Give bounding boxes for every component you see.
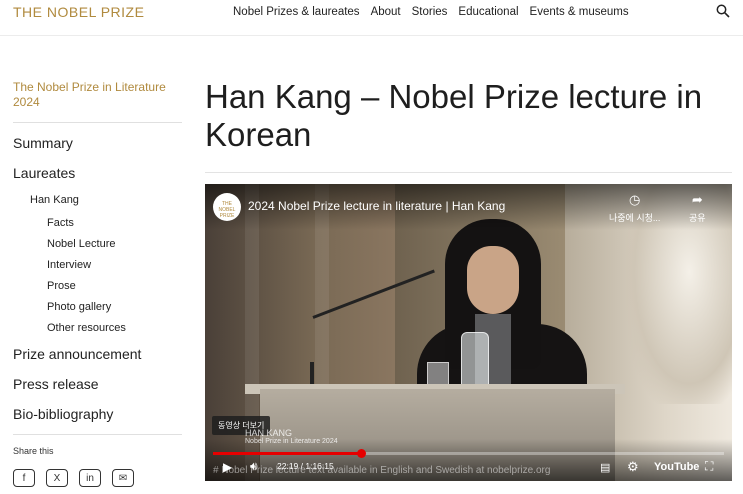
x-icon[interactable]: X bbox=[46, 469, 68, 487]
lower-third-prize: Nobel Prize in Literature 2024 bbox=[245, 438, 338, 445]
sidebar-item-laureates[interactable]: Laureates bbox=[13, 158, 182, 188]
sidebar-divider bbox=[13, 434, 182, 435]
video-player[interactable]: THE NOBEL PRIZE 2024 Nobel Prize lecture… bbox=[205, 184, 732, 481]
share-icons: f X in ✉ bbox=[13, 469, 182, 487]
sidebar-item-prize-announcement[interactable]: Prize announcement bbox=[13, 339, 182, 369]
main-nav: Nobel Prizes & laureates About Stories E… bbox=[233, 5, 640, 19]
page-title: Han Kang – Nobel Prize lecture in Korean bbox=[205, 78, 703, 153]
subtitles-icon[interactable]: ▤ bbox=[600, 461, 610, 474]
share-button[interactable]: ➦ 공유 bbox=[689, 192, 706, 224]
sidebar-item-press-release[interactable]: Press release bbox=[13, 369, 182, 399]
sidebar-item-other-resources[interactable]: Other resources bbox=[13, 318, 182, 339]
share-label: Share this bbox=[13, 446, 54, 456]
sidebar-item-photo-gallery[interactable]: Photo gallery bbox=[13, 297, 182, 318]
volume-icon[interactable]: 🔊︎ bbox=[250, 459, 258, 474]
sidebar-title[interactable]: The Nobel Prize in Literature 2024 bbox=[13, 80, 182, 123]
nav-item-events-museums[interactable]: Events & museums bbox=[530, 5, 629, 19]
sidebar-item-facts[interactable]: Facts bbox=[13, 213, 182, 234]
sidebar: The Nobel Prize in Literature 2024 Summa… bbox=[13, 80, 182, 487]
clock-icon: ◷ bbox=[629, 192, 641, 207]
sidebar-item-bio-bibliography[interactable]: Bio-bibliography bbox=[13, 399, 182, 429]
share-arrow-icon: ➦ bbox=[691, 192, 703, 207]
sidebar-item-interview[interactable]: Interview bbox=[13, 255, 182, 276]
video-time: 22:19 / 1:16:15 bbox=[277, 461, 334, 471]
video-progress-fill bbox=[213, 452, 362, 455]
watch-later-button[interactable]: ◷ 나중에 시청... bbox=[609, 192, 660, 224]
play-icon[interactable]: ▶ bbox=[223, 460, 232, 474]
nav-item-about[interactable]: About bbox=[371, 5, 401, 19]
fullscreen-icon[interactable]: ⛶ bbox=[705, 459, 713, 474]
linkedin-icon[interactable]: in bbox=[79, 469, 101, 487]
youtube-logo[interactable]: YouTube bbox=[654, 461, 699, 473]
video-title[interactable]: 2024 Nobel Prize lecture in literature |… bbox=[248, 199, 505, 213]
lower-third-name: HAN KANG bbox=[245, 428, 293, 438]
video-description-overlay: # Nobel Prize lecture text available in … bbox=[213, 465, 551, 476]
sidebar-item-prose[interactable]: Prose bbox=[13, 276, 182, 297]
email-icon[interactable]: ✉ bbox=[112, 469, 134, 487]
settings-gear-icon[interactable]: ⚙ bbox=[627, 459, 639, 475]
share-button-label: 공유 bbox=[689, 213, 706, 223]
nav-item-stories[interactable]: Stories bbox=[412, 5, 448, 19]
search-icon[interactable] bbox=[716, 4, 730, 18]
facebook-icon[interactable]: f bbox=[13, 469, 35, 487]
nav-item-prizes-laureates[interactable]: Nobel Prizes & laureates bbox=[233, 5, 360, 19]
speaker-face bbox=[467, 246, 519, 314]
video-progress-bar[interactable] bbox=[213, 449, 724, 458]
site-header: THE NOBEL PRIZE Nobel Prizes & laureates… bbox=[0, 0, 743, 36]
watch-later-label: 나중에 시청... bbox=[609, 213, 661, 223]
sidebar-item-summary[interactable]: Summary bbox=[13, 128, 182, 158]
title-divider bbox=[205, 172, 732, 173]
sidebar-item-han-kang[interactable]: Han Kang bbox=[13, 188, 182, 213]
channel-logo[interactable]: THE NOBEL PRIZE bbox=[213, 193, 241, 221]
nobel-prize-logo[interactable]: THE NOBEL PRIZE bbox=[13, 4, 144, 20]
sidebar-item-nobel-lecture[interactable]: Nobel Lecture bbox=[13, 234, 182, 255]
nav-item-educational[interactable]: Educational bbox=[458, 5, 518, 19]
